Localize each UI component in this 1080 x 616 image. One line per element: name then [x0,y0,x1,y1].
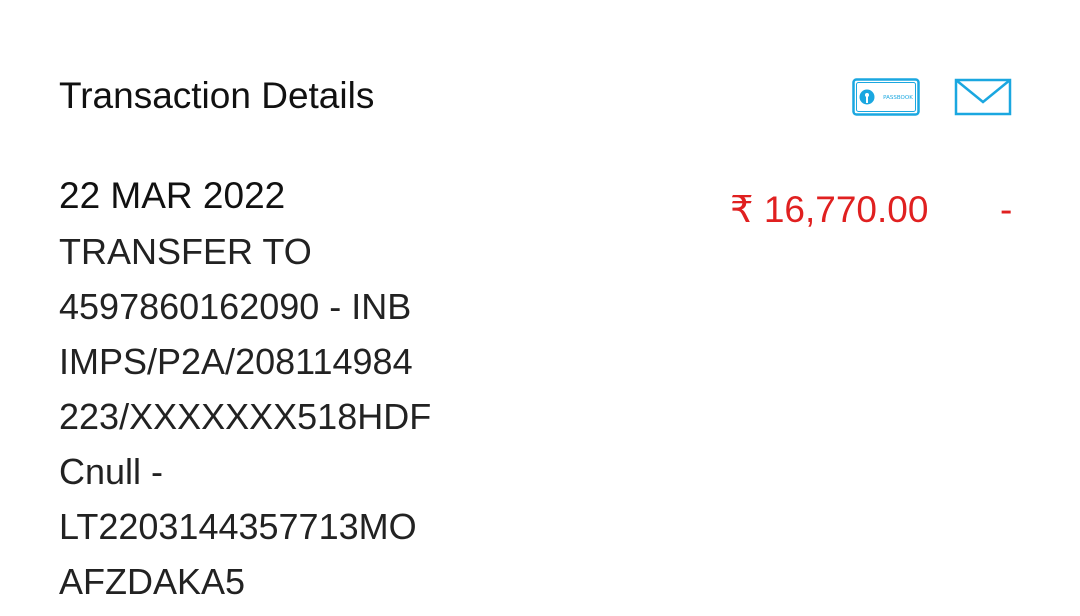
description-line: 4597860162090 - INB [59,286,412,327]
description-line: IMPS/P2A/208114984 [59,341,413,382]
transaction-description: TRANSFER TO 4597860162090 - INB IMPS/P2A… [59,224,479,609]
description-line: Cnull - [59,451,164,492]
description-line: LT2203144357713MO [59,506,417,547]
transaction-date: 22 MAR 2022 [59,175,286,216]
description-line: AFZDAKA5 [59,561,246,602]
transaction-debit-sign: - [1000,189,1013,230]
email-button[interactable] [954,78,1012,116]
passbook-button[interactable]: PASSBOOK [852,78,920,116]
page-title: Transaction Details [59,75,375,116]
transaction-amount: ₹ 16,770.00 [730,189,929,230]
mail-icon [954,78,1012,116]
transaction-details-screen: Transaction Details PASSBOOK 22 MAR 2022… [0,0,1080,616]
passbook-icon-label: PASSBOOK [883,95,913,101]
description-line: TRANSFER TO [59,231,312,272]
passbook-icon: PASSBOOK [852,78,920,116]
description-line: 223/XXXXXXX518HDF [59,396,432,437]
